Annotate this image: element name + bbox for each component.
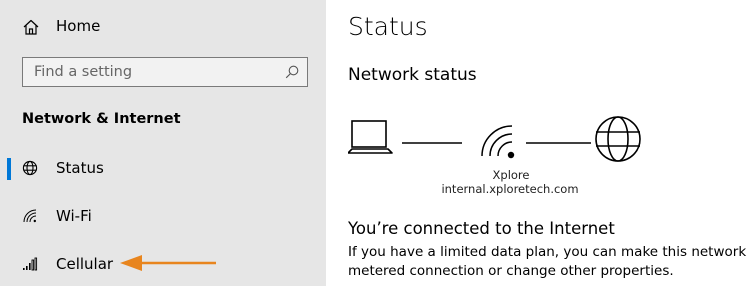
sidebar: Home Network & Internet Status xyxy=(0,0,326,286)
wifi-icon xyxy=(23,209,37,223)
search-box[interactable] xyxy=(22,57,308,87)
home-icon xyxy=(23,19,39,35)
wifi-icon xyxy=(481,125,515,159)
connection-info-text: If you have a limited data plan, you can… xyxy=(348,244,749,260)
network-domain: internal.xploretech.com xyxy=(441,182,579,196)
sidebar-item-label: Wi-Fi xyxy=(56,207,92,225)
cellular-icon xyxy=(23,257,38,271)
sidebar-item-label: Home xyxy=(56,17,101,35)
section-title: Network & Internet xyxy=(22,111,181,127)
sidebar-item-label: Status xyxy=(56,159,104,177)
sidebar-item-wifi[interactable]: Wi-Fi xyxy=(0,196,326,236)
search-input[interactable] xyxy=(23,58,284,86)
section-subtitle: Network status xyxy=(348,65,477,85)
network-diagram xyxy=(348,116,641,162)
connection-info-text: metered connection or change other prope… xyxy=(348,263,674,279)
main-panel: Status Network status Xplore internal.xp… xyxy=(326,0,749,286)
connection-status-heading: You’re connected to the Internet xyxy=(348,219,615,238)
settings-window: Home Network & Internet Status xyxy=(0,0,749,286)
page-title: Status xyxy=(348,12,428,41)
sidebar-item-label: Cellular xyxy=(56,255,114,273)
sidebar-item-status[interactable]: Status xyxy=(0,148,326,188)
search-icon[interactable] xyxy=(285,65,299,79)
annotation-arrow xyxy=(120,255,216,271)
laptop-icon xyxy=(348,120,393,154)
globe-icon xyxy=(595,116,641,162)
globe-icon xyxy=(22,160,38,176)
selection-indicator xyxy=(7,158,11,180)
network-name: Xplore xyxy=(492,168,530,182)
sidebar-item-home[interactable]: Home xyxy=(0,6,326,46)
